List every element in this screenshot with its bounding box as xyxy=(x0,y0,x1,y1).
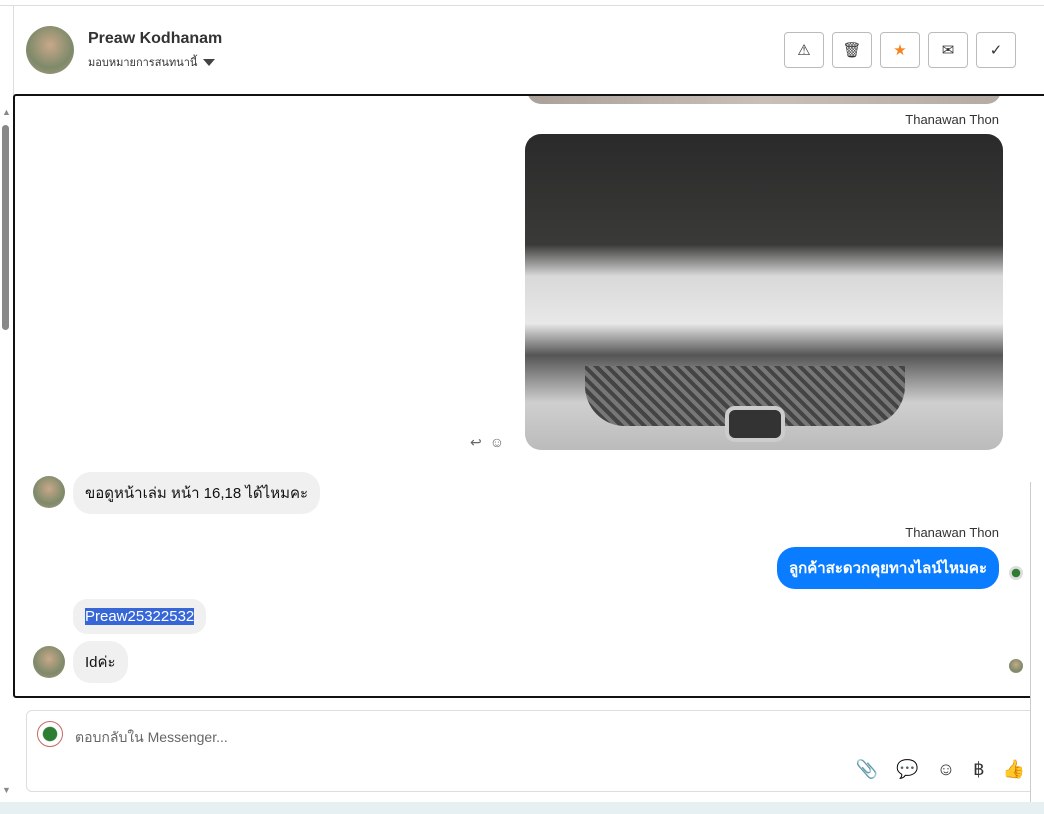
page-avatar xyxy=(37,721,63,747)
payment-baht-icon[interactable]: ฿ xyxy=(973,759,984,780)
mark-done-button[interactable]: ✓ xyxy=(976,32,1016,68)
saved-reply-icon[interactable]: 💬 xyxy=(896,759,918,780)
message-bubble: ขอดูหน้าเล่ม หน้า 16,18 ได้ไหมคะ xyxy=(73,472,321,514)
star-button[interactable]: ★ xyxy=(880,32,920,68)
check-icon: ✓ xyxy=(989,42,1003,59)
delete-button[interactable]: 🗑 xyxy=(832,32,872,68)
report-button[interactable]: ⚠ xyxy=(784,32,824,68)
page-avatar-tiny xyxy=(1009,566,1023,580)
contact-avatar-small xyxy=(33,476,65,508)
top-divider xyxy=(0,5,1044,6)
attachment-icon[interactable]: 📎 xyxy=(856,759,878,780)
mark-unread-button[interactable]: ✉ xyxy=(928,32,968,68)
car-engine-image[interactable] xyxy=(525,134,1003,450)
reply-icon[interactable]: ↩ xyxy=(470,434,482,451)
star-icon: ★ xyxy=(893,42,907,59)
scrollbar-thumb[interactable] xyxy=(2,125,9,330)
trash-icon: 🗑 xyxy=(842,42,862,59)
message-bubble-outgoing: ลูกค้าสะดวกคุยทางไลน์ไหมคะ xyxy=(776,547,999,589)
message-bubble: Preaw25322532 xyxy=(73,599,207,634)
contact-avatar-small xyxy=(33,646,65,678)
scroll-up-icon[interactable]: ▲ xyxy=(2,107,11,117)
left-divider xyxy=(13,5,14,95)
bottom-bar xyxy=(0,802,1044,814)
side-panel-edge xyxy=(1030,482,1044,814)
assign-conversation-dropdown[interactable]: มอบหมายการสนทนานี้ xyxy=(88,53,216,71)
assign-label: มอบหมายการสนทนานี้ xyxy=(88,57,198,69)
warning-icon: ⚠ xyxy=(797,42,811,59)
message-thread: Thanawan Thon ↩ ☺ ขอดูหน้าเล่ม หน้า 16,18… xyxy=(13,94,1044,698)
selected-text: Preaw25322532 xyxy=(85,608,195,625)
seen-avatar xyxy=(1009,659,1023,673)
contact-name: Preaw Kodhanam xyxy=(88,30,223,47)
react-emoji-icon[interactable]: ☺ xyxy=(490,434,504,451)
previous-image[interactable] xyxy=(527,96,1001,104)
reply-input[interactable]: ตอบกลับใน Messenger... xyxy=(75,727,228,749)
contact-avatar xyxy=(26,26,74,74)
envelope-icon: ✉ xyxy=(941,42,955,59)
reply-composer[interactable]: ตอบกลับใน Messenger... 📎 💬 ☺ ฿ 👍 xyxy=(26,710,1036,792)
sender-name: Thanawan Thon xyxy=(905,525,999,540)
car-logo xyxy=(725,406,785,442)
message-bubble: Idค่ะ xyxy=(73,641,128,683)
sender-name: Thanawan Thon xyxy=(905,112,999,127)
caret-down-icon xyxy=(203,58,216,66)
emoji-icon[interactable]: ☺ xyxy=(937,759,955,780)
scroll-down-icon[interactable]: ▼ xyxy=(2,785,11,795)
thumbs-up-icon[interactable]: 👍 xyxy=(1003,759,1025,780)
